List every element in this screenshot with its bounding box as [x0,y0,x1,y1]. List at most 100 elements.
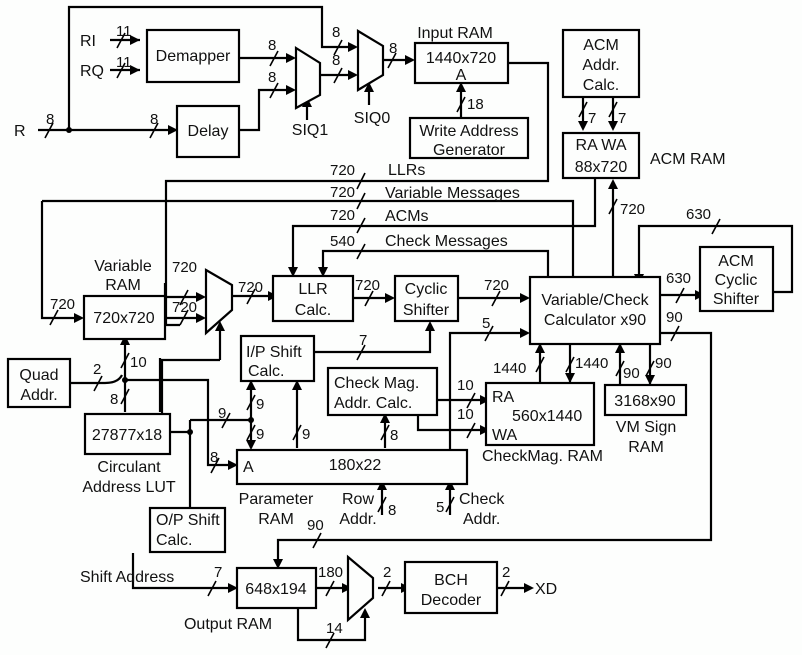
svg-text:Check Mag.: Check Mag. [334,375,419,392]
checkmag-ram-block: RA 560x1440 WA CheckMag. RAM [482,381,603,465]
input-r-label: R [14,123,26,140]
svg-text:VM Sign: VM Sign [616,419,676,436]
svg-text:720: 720 [620,201,645,218]
svg-text:14: 14 [326,620,343,637]
svg-text:720: 720 [50,296,75,313]
svg-text:Decoder: Decoder [421,592,482,609]
svg-text:8: 8 [388,502,396,519]
svg-text:3168x90: 3168x90 [614,393,675,410]
demapper-block: Demapper [145,28,241,84]
svg-text:720x720: 720x720 [93,310,154,327]
svg-text:8: 8 [150,111,158,128]
svg-text:27877x18: 27877x18 [92,427,162,444]
svg-text:90: 90 [655,355,672,372]
svg-text:8: 8 [268,37,276,54]
acm-cyclic-shifter-block: ACM Cyclic Shifter [698,245,775,313]
siq0-label: SIQ0 [354,110,391,127]
svg-text:1440x720: 1440x720 [426,50,496,67]
svg-text:8: 8 [210,449,218,466]
output-ram-block: 648x194 Output RAM [184,566,318,633]
svg-text:Cyclic: Cyclic [405,281,448,298]
svg-text:2: 2 [502,564,510,581]
svg-text:Calc.: Calc. [156,532,192,549]
svg-text:ACM RAM: ACM RAM [650,151,726,168]
quad-addr-block: Quad Addr. [6,357,72,409]
svg-text:2: 2 [93,361,101,378]
svg-text:LLR: LLR [298,281,327,298]
bus-llrs-label: LLRs [388,162,425,179]
svg-text:720: 720 [238,279,263,296]
row-addr-label: Row Addr. [339,491,376,528]
svg-text:630: 630 [686,206,711,223]
ip-shift-calc-block: I/P Shift Calc. [239,334,316,383]
svg-text:720: 720 [484,277,509,294]
mux-output [346,554,375,623]
bus-variable-messages-label: Variable Messages [385,185,520,202]
check-addr-label: Check Addr. [459,491,505,528]
cyclic-shifter-block: Cyclic Shifter [393,274,460,323]
input-ri-label: RI [80,33,96,50]
svg-text:ACM: ACM [583,37,619,54]
svg-text:Output RAM: Output RAM [184,616,272,633]
svg-text:560x1440: 560x1440 [512,408,582,425]
delay-block: Delay [175,104,241,159]
svg-text:Variable/Check: Variable/Check [541,292,649,309]
svg-text:88x720: 88x720 [575,159,628,176]
op-shift-calc-block: O/P Shift Calc. [148,506,227,554]
variable-ram-block: Variable RAM 720x720 [82,258,167,341]
write-address-generator-block: Write Address Generator [408,116,530,160]
acm-ram-block: RA WA 88x720 ACM RAM [561,131,726,180]
circulant-address-lut-block: 27877x18 Circulant Address LUT [82,412,176,496]
svg-text:720: 720 [355,277,380,294]
svg-text:O/P Shift: O/P Shift [156,512,220,529]
svg-text:1440: 1440 [493,360,526,377]
decoder-block-diagram: Demapper Delay Input RAM 1440x720 A Writ… [6,5,794,649]
svg-text:Input RAM: Input RAM [417,25,493,42]
svg-text:RAM: RAM [628,439,664,456]
svg-text:Check: Check [459,491,505,508]
svg-text:720: 720 [172,259,197,276]
svg-text:90: 90 [623,365,640,382]
svg-text:I/P Shift: I/P Shift [246,344,302,361]
svg-text:180: 180 [318,564,343,581]
svg-text:8: 8 [332,24,340,41]
svg-text:9: 9 [302,426,310,443]
bus-acms-label: ACMs [385,208,429,225]
svg-text:CheckMag. RAM: CheckMag. RAM [482,448,603,465]
svg-text:8: 8 [268,69,276,86]
svg-text:ACM: ACM [718,253,754,270]
svg-text:8: 8 [390,427,398,444]
wire-check-messages [321,249,550,277]
input-ram-block: Input RAM 1440x720 A [413,25,510,85]
svg-text:Demapper: Demapper [156,48,231,65]
svg-text:2: 2 [383,564,391,581]
svg-text:90: 90 [666,309,683,326]
svg-text:10: 10 [130,354,147,371]
variable-check-calculator-block: Variable/Check Calculator x90 [528,275,662,346]
svg-text:Addr.: Addr. [339,511,376,528]
svg-text:Circulant: Circulant [97,459,161,476]
svg-text:10: 10 [457,377,474,394]
vm-sign-ram-block: 3168x90 VM Sign RAM [603,383,688,456]
svg-text:720: 720 [330,184,355,201]
mux-siq0 [356,29,385,92]
svg-text:5: 5 [436,499,444,516]
svg-text:8: 8 [46,111,54,128]
svg-text:WA: WA [492,427,518,444]
svg-text:RA WA: RA WA [576,137,627,154]
svg-text:630: 630 [666,270,691,287]
svg-text:Variable: Variable [94,258,152,275]
svg-text:Addr.: Addr. [20,387,57,404]
svg-text:RA: RA [492,389,515,406]
siq1-label: SIQ1 [292,122,329,139]
svg-text:Addr. Calc.: Addr. Calc. [334,395,412,412]
svg-text:BCH: BCH [434,572,468,589]
svg-text:720: 720 [330,207,355,224]
svg-text:5: 5 [482,315,490,332]
svg-text:7: 7 [214,564,222,581]
svg-text:11: 11 [116,54,132,71]
svg-text:Address LUT: Address LUT [82,479,176,496]
mux-siq1 [294,46,322,110]
svg-text:RAM: RAM [258,511,294,528]
svg-text:Quad: Quad [19,367,58,384]
